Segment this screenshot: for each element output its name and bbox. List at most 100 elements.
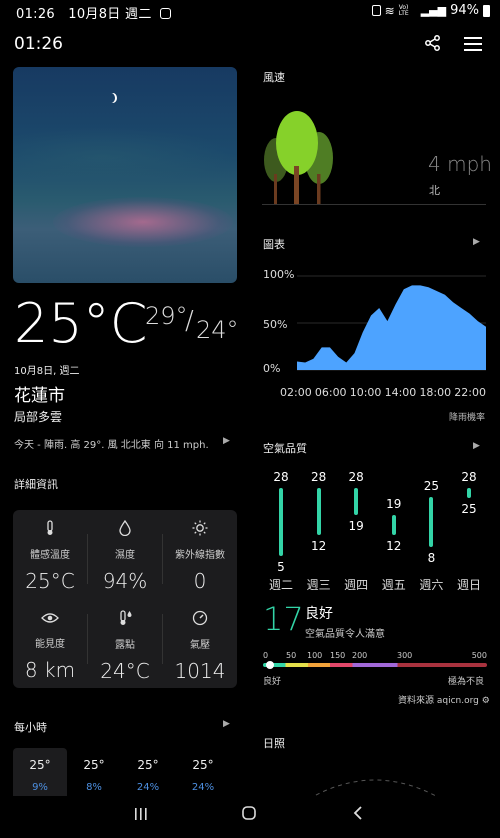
aqi-low: 8 — [427, 551, 436, 566]
volte-label: Vo) LTE — [398, 3, 409, 17]
visibility-value: 8 km — [24, 658, 76, 682]
low-temp: 24° — [196, 316, 239, 344]
aqi-value: 17 — [263, 600, 304, 638]
share-icon[interactable] — [424, 34, 442, 52]
forecast-summary[interactable]: 今天 - 陣雨. 高 29°. 風 北北東 向 11 mph. — [14, 436, 209, 451]
chart-xtick: 14:00 — [384, 386, 417, 399]
gauge-icon — [192, 610, 208, 626]
details-title: 詳細資訊 — [14, 478, 58, 491]
dewpoint-label: 露點 — [115, 640, 135, 651]
hourly-temp: 25° — [192, 758, 214, 772]
aqi-scale-label: 300 — [397, 651, 413, 660]
hourly-temp: 25° — [83, 758, 105, 772]
aqi-range-bar — [279, 488, 283, 556]
feels-like-label: 體感溫度 — [30, 550, 70, 561]
wind-title: 風速 — [263, 71, 285, 84]
wifi-icon: ≋ — [384, 3, 395, 18]
pressure-label: 氣壓 — [190, 640, 210, 651]
aqi-scale-label: 500 — [471, 651, 487, 660]
dewpoint-value: 24°C — [100, 659, 150, 683]
header-time: 01:26 — [14, 34, 63, 54]
aqi-day-label: 週五 — [381, 578, 406, 592]
city-name[interactable]: 花蓮市 — [14, 381, 65, 406]
chart-chevron-icon[interactable]: ▶ — [473, 237, 480, 247]
aqi-high: 19 — [386, 496, 402, 511]
detail-pressure: 氣壓 1014 — [163, 610, 237, 683]
eye-icon — [41, 613, 59, 623]
recent-apps-icon[interactable] — [133, 806, 149, 820]
aqi-left-label: 良好 — [263, 677, 282, 687]
hourly-temp: 25° — [29, 758, 51, 772]
chart-xtick: 22:00 — [454, 386, 486, 399]
humidity-label: 濕度 — [115, 550, 135, 561]
aqi-low: 25 — [461, 502, 477, 516]
status-right: ≋ Vo) LTE ▂▄▆ 94% — [371, 3, 490, 18]
hourly-item[interactable]: 25° 9% — [13, 758, 67, 793]
sun-icon — [192, 520, 208, 536]
aqi-chevron-icon[interactable]: ▶ — [473, 441, 480, 451]
aqi-desc: 空氣品質令人滿意 — [305, 629, 385, 640]
feels-like-value: 25°C — [25, 569, 75, 593]
home-icon[interactable] — [241, 805, 257, 821]
detail-visibility: 能見度 8 km — [13, 610, 87, 682]
aqi-forecast: 28 5 週二 28 12 週三 28 19 週四 19 12 週五 25 8 週六 28 25 週日 — [262, 466, 488, 592]
hourly-item[interactable]: 25° 24% — [121, 758, 175, 793]
aqi-high: 25 — [423, 478, 440, 493]
menu-icon[interactable] — [464, 36, 482, 51]
chart-xtick: 18:00 — [419, 386, 452, 399]
back-icon[interactable] — [352, 805, 364, 821]
aqi-range-bar — [429, 496, 434, 548]
detail-uv: 紫外線指數 0 — [163, 520, 237, 593]
wind-trees-illustration — [262, 108, 338, 206]
aqi-range-bar — [316, 488, 321, 536]
high-temp: 29° — [145, 302, 188, 330]
sky-image — [13, 67, 237, 283]
hourly-chevron-icon[interactable]: ▶ — [223, 719, 230, 729]
aqi-day-label: 週四 — [344, 578, 369, 592]
aqi-low: 19 — [348, 518, 364, 533]
aqi-scale-label: 50 — [286, 651, 297, 660]
hourly-precip: 9% — [32, 782, 48, 793]
detail-feels-like: 體感溫度 25°C — [13, 520, 87, 593]
aqi-scale-label: 0 — [263, 651, 269, 660]
hourly-item[interactable]: 25° 8% — [67, 758, 121, 793]
wind-baseline — [262, 204, 486, 205]
status-bar: 01:26 10月8日 週二 ≋ Vo) LTE ▂▄▆ 94% — [0, 0, 500, 22]
hourly-precip: 8% — [86, 782, 102, 793]
hourly-precip: 24% — [136, 782, 160, 793]
aqi-day-label: 週三 — [306, 578, 331, 592]
status-left: 01:26 10月8日 週二 — [16, 3, 172, 22]
aqi-high: 28 — [273, 470, 289, 484]
aqi-level: 良好 — [305, 606, 333, 622]
aqi-low: 12 — [386, 539, 402, 554]
aqi-source-text: 資料來源 aqicn.org — [398, 696, 479, 706]
aqi-scale-label: 100 — [307, 651, 323, 660]
aqi-scale-labels: 0 50 100 150 200 300 500 — [263, 651, 487, 661]
precip-area — [297, 285, 486, 370]
hourly-title: 每小時 — [14, 721, 47, 734]
alarm-icon — [371, 5, 381, 16]
moon-icon — [107, 93, 115, 103]
visibility-label: 能見度 — [35, 639, 65, 650]
aqi-source[interactable]: 資料來源 aqicn.org ⚙ — [398, 693, 490, 706]
thermometer-icon — [47, 520, 53, 535]
pressure-value: 1014 — [174, 659, 226, 683]
hourly-item[interactable]: 25° 24% — [176, 758, 230, 793]
details-card: 體感溫度 25°C 濕度 94% 紫外線指數 0 能見度 8 km 露點 24°… — [13, 510, 237, 688]
summary-chevron-icon[interactable]: ▶ — [223, 436, 230, 446]
wind-direction: 北 — [429, 184, 440, 197]
battery-percent: 94% — [450, 3, 479, 18]
battery-icon — [483, 4, 490, 17]
aqi-high: 28 — [348, 470, 364, 484]
temp-separator: / — [185, 306, 194, 336]
nav-bar — [0, 796, 500, 838]
aqi-low: 12 — [310, 539, 327, 554]
current-date: 10月8日, 週二 — [14, 366, 80, 377]
chart-xtick: 10:00 — [349, 386, 382, 399]
aqi-range-bar — [354, 488, 359, 515]
aqi-high: 28 — [461, 470, 477, 484]
signal-icon: ▂▄▆ — [420, 4, 447, 17]
hourly-precip: 24% — [191, 782, 215, 793]
chart-xtick: 02:00 — [280, 386, 312, 399]
humidity-value: 94% — [102, 569, 148, 593]
